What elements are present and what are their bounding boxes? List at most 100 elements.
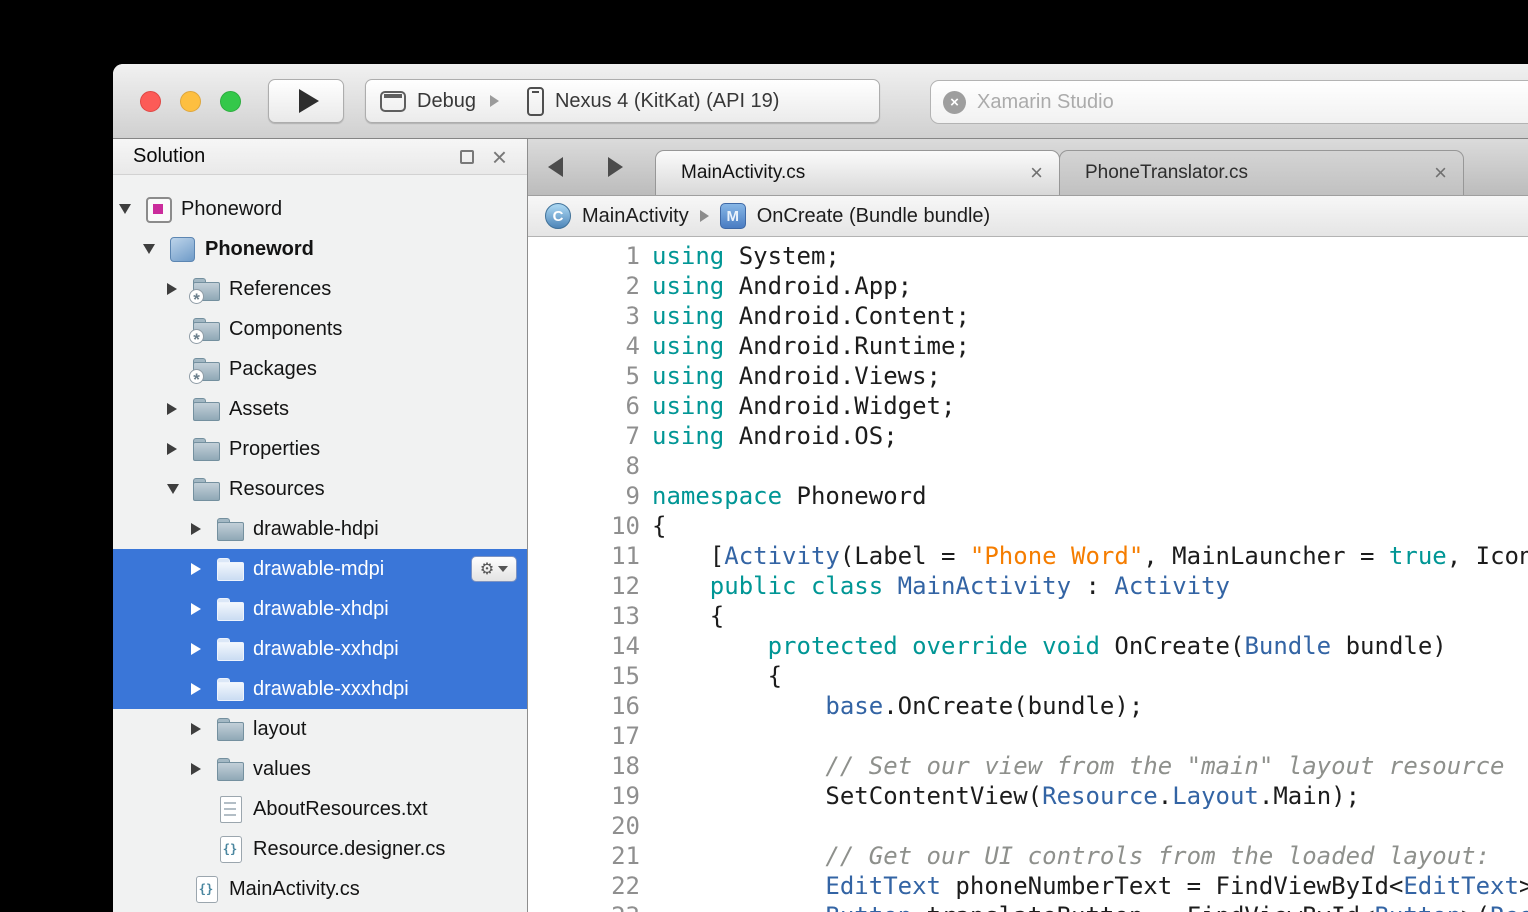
close-tab-icon[interactable]: × — [1434, 162, 1447, 184]
navigate-back-icon[interactable] — [548, 157, 563, 177]
tree-item-references[interactable]: *References — [113, 269, 527, 309]
editor-area: MainActivity.cs×PhoneTranslator.cs× C Ma… — [528, 139, 1528, 912]
line-number[interactable]: 20 — [528, 811, 640, 841]
tree-item-values[interactable]: values — [113, 749, 527, 789]
document-tab-bar: MainActivity.cs×PhoneTranslator.cs× — [528, 139, 1528, 196]
line-number[interactable]: 23 — [528, 901, 640, 912]
run-button[interactable] — [268, 79, 344, 123]
disclosure-collapsed-icon[interactable] — [191, 763, 217, 775]
disclosure-collapsed-icon[interactable] — [191, 643, 217, 655]
tree-item-label: Properties — [229, 438, 320, 461]
disclosure-collapsed-icon[interactable] — [191, 723, 217, 735]
line-number[interactable]: 5 — [528, 361, 640, 391]
line-number[interactable]: 9 — [528, 481, 640, 511]
line-number[interactable]: 10 — [528, 511, 640, 541]
code-line: 9namespace Phoneword — [528, 481, 1528, 511]
line-number[interactable]: 7 — [528, 421, 640, 451]
line-number[interactable]: 21 — [528, 841, 640, 871]
tree-item-packages[interactable]: *Packages — [113, 349, 527, 389]
disclosure-expanded-icon[interactable] — [167, 484, 193, 494]
solution-pad-header: Solution × — [113, 139, 527, 175]
tree-item-label: drawable-hdpi — [253, 518, 379, 541]
line-number[interactable]: 11 — [528, 541, 640, 571]
disclosure-expanded-icon[interactable] — [143, 244, 169, 254]
tree-item-layout[interactable]: layout — [113, 709, 527, 749]
tree-item-drawable-xxhdpi[interactable]: drawable-xxhdpi — [113, 629, 527, 669]
tree-item-aboutresources-txt[interactable]: AboutResources.txt — [113, 789, 527, 829]
traffic-lights — [140, 91, 241, 112]
disclosure-collapsed-icon[interactable] — [191, 603, 217, 615]
close-pad-icon[interactable]: × — [492, 144, 507, 170]
tree-item-label: Resource.designer.cs — [253, 838, 445, 861]
code-line: 3 using Android.Content; — [528, 301, 1528, 331]
search-field[interactable]: × Xamarin Studio — [930, 80, 1528, 124]
tab-phonetranslator-cs[interactable]: PhoneTranslator.cs× — [1059, 150, 1464, 195]
tree-item-drawable-mdpi[interactable]: drawable-mdpi⚙ — [113, 549, 527, 589]
navigation-arrows — [528, 139, 655, 195]
line-number[interactable]: 6 — [528, 391, 640, 421]
tree-item-assets[interactable]: Assets — [113, 389, 527, 429]
navigate-forward-icon[interactable] — [608, 157, 623, 177]
tree-item-mainactivity-cs[interactable]: MainActivity.cs — [113, 869, 527, 909]
line-number[interactable]: 1 — [528, 241, 640, 271]
tree-item-drawable-xhdpi[interactable]: drawable-xhdpi — [113, 589, 527, 629]
code-line: 1using System; — [528, 241, 1528, 271]
file-code-icon — [193, 875, 221, 903]
tree-item-properties[interactable]: Properties — [113, 429, 527, 469]
tree-item-phoneword[interactable]: Phoneword — [113, 229, 527, 269]
code-text: using Android.Content; — [652, 301, 970, 331]
tree-item-label: drawable-xhdpi — [253, 598, 389, 621]
tree-item-drawable-xxxhdpi[interactable]: drawable-xxxhdpi — [113, 669, 527, 709]
line-number[interactable]: 18 — [528, 751, 640, 781]
disclosure-collapsed-icon[interactable] — [191, 563, 217, 575]
tree-item-label: Resources — [229, 478, 325, 501]
dock-pad-icon[interactable] — [460, 150, 474, 164]
tree-item-drawable-hdpi[interactable]: drawable-hdpi — [113, 509, 527, 549]
folder-badge-icon: * — [193, 275, 221, 303]
line-number[interactable]: 16 — [528, 691, 640, 721]
code-text: base.OnCreate(bundle); — [652, 691, 1143, 721]
tree-item-components[interactable]: *Components — [113, 309, 527, 349]
code-text: SetContentView(Resource.Layout.Main); — [652, 781, 1360, 811]
line-number[interactable]: 14 — [528, 631, 640, 661]
line-number[interactable]: 15 — [528, 661, 640, 691]
folder-icon — [217, 555, 245, 583]
disclosure-collapsed-icon[interactable] — [167, 403, 193, 415]
line-number[interactable]: 3 — [528, 301, 640, 331]
breadcrumb-class[interactable]: MainActivity — [582, 205, 689, 228]
tree-item-resources[interactable]: Resources — [113, 469, 527, 509]
zoom-window-button[interactable] — [220, 91, 241, 112]
code-line: 22 EditText phoneNumberText = FindViewBy… — [528, 871, 1528, 901]
line-number[interactable]: 22 — [528, 871, 640, 901]
tree-item-resource-designer-cs[interactable]: Resource.designer.cs — [113, 829, 527, 869]
tree-item-label: drawable-xxxhdpi — [253, 678, 409, 701]
line-number[interactable]: 8 — [528, 451, 640, 481]
folder-icon — [217, 595, 245, 623]
code-line: 18 // Set our view from the "main" layou… — [528, 751, 1528, 781]
breadcrumb-member[interactable]: OnCreate (Bundle bundle) — [757, 205, 990, 228]
disclosure-collapsed-icon[interactable] — [191, 523, 217, 535]
disclosure-collapsed-icon[interactable] — [167, 443, 193, 455]
minimize-window-button[interactable] — [180, 91, 201, 112]
caret-down-icon — [498, 566, 508, 572]
folder-icon — [217, 515, 245, 543]
close-window-button[interactable] — [140, 91, 161, 112]
line-number[interactable]: 17 — [528, 721, 640, 751]
gear-icon: ⚙ — [480, 561, 494, 577]
code-line: 6using Android.Widget; — [528, 391, 1528, 421]
code-text: { — [652, 661, 782, 691]
line-number[interactable]: 19 — [528, 781, 640, 811]
code-editor[interactable]: 1using System;2using Android.App;3using … — [528, 237, 1528, 912]
tab-mainactivity-cs[interactable]: MainActivity.cs× — [655, 150, 1060, 195]
line-number[interactable]: 4 — [528, 331, 640, 361]
item-context-gear-button[interactable]: ⚙ — [471, 556, 517, 582]
line-number[interactable]: 13 — [528, 601, 640, 631]
tree-item-phoneword-solution[interactable]: Phoneword — [113, 189, 527, 229]
disclosure-expanded-icon[interactable] — [119, 204, 145, 214]
close-tab-icon[interactable]: × — [1030, 162, 1043, 184]
line-number[interactable]: 2 — [528, 271, 640, 301]
folder-icon — [217, 715, 245, 743]
configuration-device-selector[interactable]: Debug Nexus 4 (KitKat) (API 19) — [365, 79, 880, 123]
line-number[interactable]: 12 — [528, 571, 640, 601]
disclosure-collapsed-icon[interactable] — [191, 683, 217, 695]
